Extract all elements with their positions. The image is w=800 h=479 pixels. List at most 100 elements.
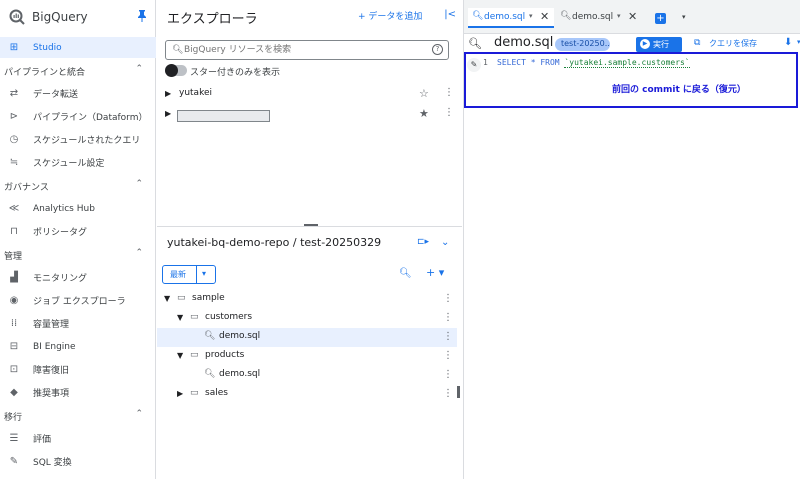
section-pipelines[interactable]: パイプラインと統合 ⌃ xyxy=(0,60,156,81)
sidebar-item-label: BI Engine xyxy=(33,341,76,352)
sidebar-item-policy-tags[interactable]: ⊓ ポリシータグ xyxy=(0,221,156,242)
caret-down-icon[interactable]: ▾ xyxy=(617,12,621,20)
more-vert-icon[interactable]: ⋮ xyxy=(443,331,453,342)
download-icon[interactable]: ⬇ xyxy=(784,37,792,48)
run-button[interactable]: ▶ 実行 xyxy=(636,37,682,52)
more-vert-icon[interactable]: ⋮ xyxy=(443,388,453,399)
sidebar-item-sql-translation[interactable]: ✎ SQL 変換 xyxy=(0,451,156,472)
starred-only-toggle[interactable] xyxy=(165,64,187,77)
section-migration[interactable]: 移行 ⌃ xyxy=(0,405,156,426)
scrollbar[interactable] xyxy=(457,386,460,398)
expand-arrow-icon[interactable]: ▼ xyxy=(164,294,170,303)
sidebar-item-label: Analytics Hub xyxy=(33,203,95,214)
brand: BigQuery xyxy=(0,0,156,34)
sidebar-item-studio[interactable]: ⊞ Studio xyxy=(0,37,156,58)
expand-arrow-icon[interactable]: ▼ xyxy=(177,351,183,360)
help-icon[interactable]: ? xyxy=(432,44,443,55)
star-outline-icon[interactable]: ☆ xyxy=(419,87,429,100)
expand-arrow-icon[interactable]: ▶ xyxy=(165,89,171,98)
caret-down-icon[interactable]: ▾ xyxy=(682,13,686,21)
section-admin[interactable]: 管理 ⌃ xyxy=(0,244,156,265)
more-vert-icon[interactable]: ⋮ xyxy=(443,369,453,380)
section-label: パイプラインと統合 xyxy=(4,68,86,78)
sidebar-item-bi-engine[interactable]: ⊟ BI Engine xyxy=(0,336,156,357)
tab-demo-sql-1[interactable]: 🔍︎ demo.sql ▾ ✕ xyxy=(468,8,554,28)
sidebar-item-recommendations[interactable]: ◆ 推奨事項 xyxy=(0,382,156,403)
sidebar-item-job-explorer[interactable]: ◉ ジョブ エクスプローラ xyxy=(0,290,156,311)
repo-folder-icon[interactable]: ⊏▸ xyxy=(417,237,429,247)
tree-folder-products[interactable]: ▼ ▭ products ⋮ xyxy=(157,347,457,366)
sidebar-item-scheduled-queries[interactable]: ◷ スケジュールされたクエリ xyxy=(0,129,156,150)
close-icon[interactable]: ✕ xyxy=(540,10,549,23)
resize-handle[interactable] xyxy=(304,224,318,226)
repo-title: yutakei-bq-demo-repo / test-20250329 xyxy=(167,236,382,249)
save-query-icon[interactable]: ⧉ xyxy=(694,38,700,48)
hub-icon: ≪ xyxy=(8,203,20,214)
tree-file-customers-demo[interactable]: 🔍︎ demo.sql ⋮ xyxy=(157,328,457,347)
sidebar-item-scheduling[interactable]: ≒ スケジュール設定 xyxy=(0,152,156,173)
sidebar-item-label: 障害復旧 xyxy=(33,366,70,376)
tab-demo-sql-2[interactable]: 🔍︎ demo.sql ▾ ✕ xyxy=(556,8,642,28)
sidebar-item-assessment[interactable]: ☰ 評価 xyxy=(0,428,156,449)
save-query-button[interactable]: クエリを保存 xyxy=(709,38,757,49)
sidebar-item-label: SQL 変換 xyxy=(33,458,72,468)
collapse-panel-icon[interactable]: |< xyxy=(444,9,456,20)
sidebar-item-pipelines[interactable]: ⊳ パイプライン（Dataform） xyxy=(0,106,156,127)
sidebar-item-capacity[interactable]: ⁞⁞ 容量管理 xyxy=(0,313,156,334)
chevron-down-icon[interactable]: ⌄ xyxy=(441,237,449,248)
caret-down-icon[interactable]: ▾ xyxy=(529,12,533,20)
sidebar-item-label: 容量管理 xyxy=(33,320,70,330)
more-vert-icon[interactable]: ⋮ xyxy=(443,293,453,304)
tree-folder-customers[interactable]: ▼ ▭ customers ⋮ xyxy=(157,309,457,328)
new-tab-icon[interactable]: + xyxy=(655,13,666,24)
expand-arrow-icon[interactable]: ▶ xyxy=(177,389,183,398)
section-governance[interactable]: ガバナンス ⌃ xyxy=(0,175,156,196)
tree-folder-sample[interactable]: ▼ ▭ sample ⋮ xyxy=(157,290,457,309)
chevron-up-icon: ⌃ xyxy=(135,248,143,258)
tree-folder-sales[interactable]: ▶ ▭ sales ⋮ xyxy=(157,385,457,404)
transfer-icon: ⇄ xyxy=(9,88,19,99)
search-icon[interactable]: 🔍︎ xyxy=(399,268,412,279)
code-editor[interactable]: ✎ 1 SELECT * FROM `yutakei.sample.custom… xyxy=(464,56,800,479)
more-vert-icon[interactable]: ⋮ xyxy=(444,107,454,118)
starred-only-label: スター付きのみを表示 xyxy=(190,68,281,78)
sidebar-item-label: ジョブ エクスプローラ xyxy=(33,297,126,307)
query-title: demo.sql xyxy=(494,35,554,50)
annotation-box: 前回の commit に戻る（復元） xyxy=(464,52,798,108)
add-data-button[interactable]: + データを追加 xyxy=(358,9,422,22)
expand-arrow-icon[interactable]: ▼ xyxy=(177,313,183,322)
resource-row[interactable]: ▶ yutakei ☆ ⋮ xyxy=(157,84,462,104)
tree-file-products-demo[interactable]: 🔍︎ demo.sql ⋮ xyxy=(157,366,457,385)
capacity-icon: ⁞⁞ xyxy=(10,318,18,329)
caret-down-icon[interactable]: ▾ xyxy=(202,269,206,278)
sidebar-item-analytics-hub[interactable]: ≪ Analytics Hub xyxy=(0,198,156,219)
sidebar-item-label: ポリシータグ xyxy=(33,228,88,238)
add-file-button[interactable]: + ▾ xyxy=(426,266,444,279)
close-icon[interactable]: ✕ xyxy=(628,10,637,23)
chart-icon: ▟ xyxy=(10,272,18,283)
more-vert-icon[interactable]: ⋮ xyxy=(444,87,454,98)
expand-arrow-icon[interactable]: ▶ xyxy=(165,109,171,118)
tab-label: demo.sql xyxy=(484,12,526,22)
clock-icon: ◷ xyxy=(9,134,19,145)
sidebar-item-label: 推奨事項 xyxy=(33,389,70,399)
sidebar-item-disaster-recovery[interactable]: ⊡ 障害復旧 xyxy=(0,359,156,380)
latest-button[interactable]: 最新 ▾ xyxy=(162,265,216,284)
more-vert-icon[interactable]: ⋮ xyxy=(443,350,453,361)
tree-label: sample xyxy=(192,293,225,303)
section-label: ガバナンス xyxy=(4,183,49,193)
search-icon: 🔍︎ xyxy=(172,45,184,55)
sidebar-item-data-transfer[interactable]: ⇄ データ転送 xyxy=(0,83,156,104)
resource-search[interactable]: 🔍︎ ? xyxy=(165,40,449,60)
resource-row[interactable]: ▶ ★ ⋮ xyxy=(157,104,462,124)
annotation-text: 前回の commit に戻る（復元） xyxy=(612,85,746,95)
editor-panel: 🔍︎ demo.sql ▾ ✕ 🔍︎ demo.sql ▾ ✕ + ▾ 🔍︎ d… xyxy=(463,0,800,479)
star-filled-icon[interactable]: ★ xyxy=(419,107,429,120)
chevron-up-icon: ⌃ xyxy=(135,64,143,74)
search-input[interactable] xyxy=(184,43,424,57)
run-button-label: 実行 xyxy=(653,40,669,49)
sql-file-icon: 🔍︎ xyxy=(472,11,484,21)
sidebar-item-monitoring[interactable]: ▟ モニタリング xyxy=(0,267,156,288)
more-vert-icon[interactable]: ⋮ xyxy=(443,312,453,323)
pin-icon[interactable] xyxy=(137,10,147,22)
